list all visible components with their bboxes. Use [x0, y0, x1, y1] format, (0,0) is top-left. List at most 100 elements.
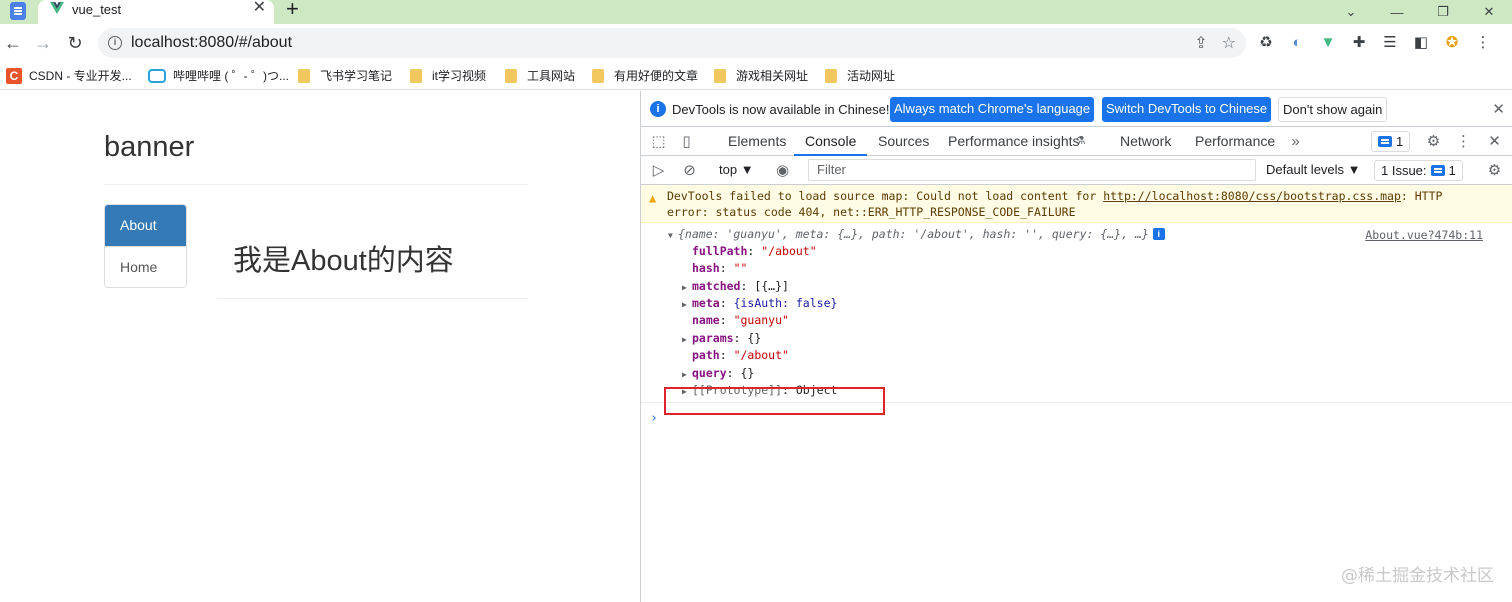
nav-link-about[interactable]: About: [105, 205, 186, 246]
clear-console-icon[interactable]: ⊘: [681, 162, 698, 179]
close-devtools-icon[interactable]: ✕: [1486, 133, 1503, 150]
more-tabs-icon[interactable]: »: [1287, 133, 1304, 150]
restore-icon[interactable]: ❐: [1420, 0, 1466, 24]
address-bar[interactable]: i localhost:8080/#/about ⇪ ☆: [98, 28, 1246, 58]
collapsed-triangle-icon[interactable]: ▶: [682, 366, 692, 383]
bookmark-bilibili[interactable]: 哔哩哔哩 ( ゜- ゜)つ...: [148, 67, 289, 84]
collapsed-triangle-icon[interactable]: ▶: [682, 279, 692, 296]
folder-icon: [410, 68, 422, 83]
object-property[interactable]: ▶ params: {}: [682, 330, 761, 347]
reload-icon[interactable]: ↻: [62, 30, 88, 56]
divider: [217, 298, 528, 299]
issues-badge[interactable]: 1 Issue: 1: [1374, 160, 1463, 181]
shield-extension-icon[interactable]: ◐: [1287, 32, 1307, 52]
side-panel-icon[interactable]: ◧: [1411, 32, 1431, 52]
bookmark-folder[interactable]: it学习视频: [410, 67, 486, 84]
expanded-triangle-icon: ▼: [668, 231, 673, 240]
url-text[interactable]: localhost:8080/#/about: [131, 34, 292, 52]
object-property[interactable]: ▶ matched: [{…}]: [682, 278, 789, 295]
page-viewport: banner About Home 我是About的内容: [0, 91, 640, 602]
context-select[interactable]: top ▼: [719, 162, 754, 177]
folder-icon: [592, 68, 604, 83]
vue-devtools-icon[interactable]: ▼: [1318, 32, 1338, 52]
switch-chinese-button[interactable]: Switch DevTools to Chinese: [1102, 97, 1272, 122]
tab-search-icon[interactable]: [10, 2, 26, 20]
bookmark-folder[interactable]: 有用好便的文章: [592, 67, 698, 84]
messages-badge[interactable]: 1: [1371, 131, 1411, 152]
tab-title: vue_test: [72, 2, 122, 17]
object-summary[interactable]: ▼ {name: 'guanyu', meta: {…}, path: '/abo…: [668, 226, 1165, 243]
annotation-highlight-box: [664, 387, 885, 415]
device-toolbar-icon[interactable]: ▯: [678, 133, 695, 150]
profile-avatar-icon[interactable]: ✪: [1442, 32, 1462, 52]
nav-link-home[interactable]: Home: [105, 246, 186, 287]
collapsed-triangle-icon[interactable]: ▶: [682, 296, 692, 313]
log-levels-select[interactable]: Default levels ▼: [1266, 162, 1361, 177]
devtools-panel: i DevTools is now available in Chinese! …: [640, 91, 1512, 602]
bookmark-star-icon[interactable]: ☆: [1222, 33, 1236, 53]
tab-elements[interactable]: Elements: [728, 127, 786, 156]
bookmark-folder[interactable]: 工具网站: [505, 67, 575, 84]
tab-sources[interactable]: Sources: [878, 127, 929, 156]
bilibili-tv-icon: [148, 68, 166, 83]
window-controls: ⌄ — ❐ ✕: [1328, 0, 1512, 24]
more-menu-icon[interactable]: ⋮: [1473, 32, 1493, 52]
bookmark-folder[interactable]: 游戏相关网址: [714, 67, 808, 84]
close-icon[interactable]: ✕: [1492, 100, 1505, 118]
dont-show-again-button[interactable]: Don't show again: [1278, 97, 1388, 122]
tab-network[interactable]: Network: [1120, 127, 1171, 156]
share-icon[interactable]: ⇪: [1194, 33, 1207, 53]
tab-close-icon[interactable]: ✕: [253, 0, 266, 16]
tab-strip: vue_test ✕ + ⌄ — ❐ ✕: [0, 0, 1512, 24]
bookmark-csdn[interactable]: C CSDN - 专业开发...: [6, 67, 132, 84]
puzzle-extensions-icon[interactable]: ✚: [1349, 32, 1369, 52]
browser-toolbar: ← → ↻ i localhost:8080/#/about ⇪ ☆ ♻ ◐ ▼…: [0, 24, 1512, 62]
bookmark-folder[interactable]: 飞书学习笔记: [298, 67, 392, 84]
more-options-icon[interactable]: ⋮: [1455, 133, 1472, 150]
new-tab-button[interactable]: +: [286, 0, 299, 21]
folder-icon: [714, 68, 726, 83]
site-info-icon[interactable]: i: [108, 36, 122, 50]
sourcemap-link[interactable]: http://localhost:8080/css/bootstrap.css.…: [1103, 189, 1401, 203]
folder-icon: [298, 68, 310, 83]
back-icon[interactable]: ←: [0, 30, 26, 56]
tab-console[interactable]: Console: [794, 127, 868, 156]
sidebar-toggle-icon[interactable]: ▷: [650, 162, 667, 179]
object-property[interactable]: name: "guanyu": [682, 312, 789, 329]
object-property[interactable]: hash: "": [682, 260, 747, 277]
source-link[interactable]: About.vue?474b:11: [1365, 228, 1483, 242]
object-property[interactable]: path: "/about": [682, 347, 789, 364]
warning-triangle-icon: ▲: [649, 191, 657, 205]
chevron-down-icon[interactable]: ⌄: [1328, 0, 1374, 24]
tab-performance[interactable]: Performance: [1195, 127, 1275, 156]
dropdown-arrow-icon: ▼: [740, 162, 754, 177]
browser-tab[interactable]: vue_test ✕: [38, 0, 274, 24]
match-language-button[interactable]: Always match Chrome's language: [890, 97, 1095, 122]
object-property-meta[interactable]: ▶ meta: {isAuth: false}: [682, 295, 837, 312]
bookmark-folder[interactable]: 活动网址: [825, 67, 895, 84]
watermark: @稀土掘金技术社区: [1341, 566, 1494, 586]
reading-list-icon[interactable]: ☰: [1380, 32, 1400, 52]
divider: [104, 184, 528, 185]
recycle-extension-icon[interactable]: ♻: [1256, 32, 1276, 52]
inspect-element-icon[interactable]: ⬚: [650, 133, 667, 150]
forward-icon[interactable]: →: [30, 30, 56, 56]
eye-icon[interactable]: ◉: [774, 162, 791, 179]
console-prompt[interactable]: ›: [650, 411, 658, 426]
object-property[interactable]: fullPath: "/about": [682, 243, 817, 260]
close-window-icon[interactable]: ✕: [1466, 0, 1512, 24]
settings-gear-icon[interactable]: ⚙: [1425, 133, 1442, 150]
minimize-icon[interactable]: —: [1374, 0, 1420, 24]
console-settings-icon[interactable]: ⚙: [1486, 162, 1503, 179]
console-warning: ▲ DevTools failed to load source map: Co…: [641, 185, 1512, 223]
vue-logo-icon: [50, 2, 64, 14]
tab-performance-insights[interactable]: Performance insights: [948, 127, 1080, 156]
message-icon: [1430, 165, 1445, 176]
console-toolbar: ▷ ⊘ top ▼ ◉ Filter Default levels ▼ 1 Is…: [641, 156, 1512, 185]
collapsed-triangle-icon[interactable]: ▶: [682, 331, 692, 348]
object-property[interactable]: ▶ query: {}: [682, 365, 754, 382]
language-infobar: i DevTools is now available in Chinese! …: [641, 91, 1512, 127]
about-content: 我是About的内容: [233, 245, 454, 277]
filter-input[interactable]: Filter: [808, 159, 1256, 181]
bookmarks-bar: C CSDN - 专业开发... 哔哩哔哩 ( ゜- ゜)つ... 飞书学习笔记…: [0, 62, 1512, 90]
